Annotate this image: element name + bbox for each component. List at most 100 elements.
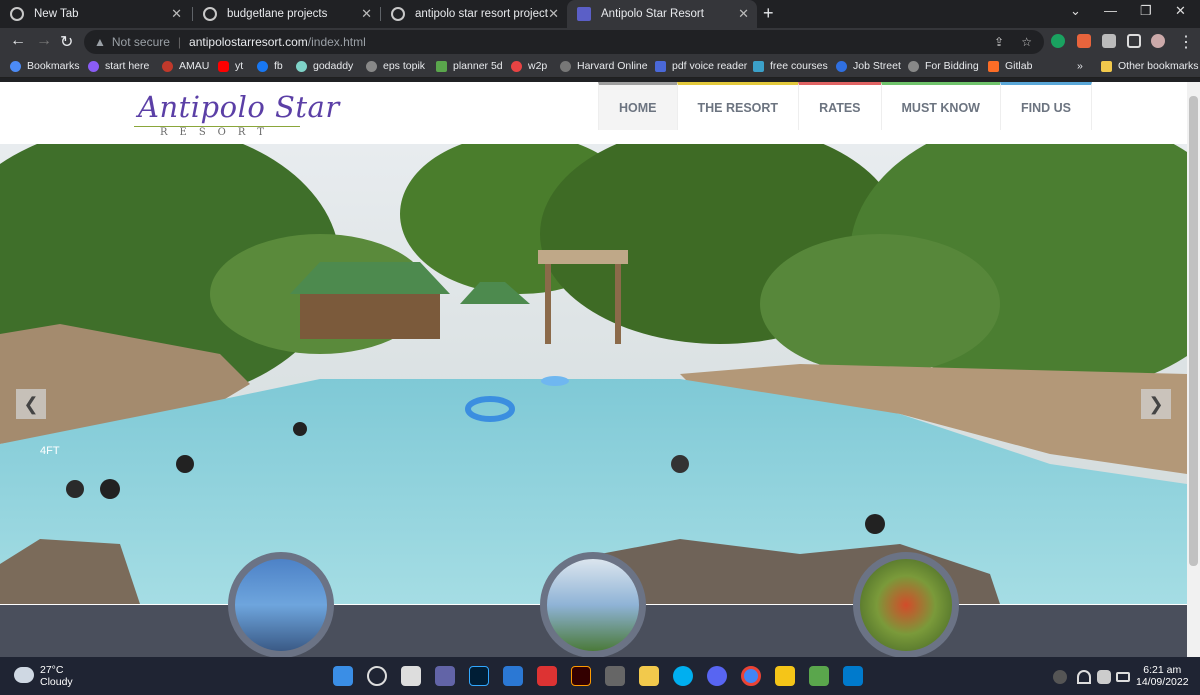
mail-icon[interactable] [503,666,523,686]
bookmark-yt[interactable]: yt [218,60,243,72]
thumb-plants[interactable] [853,552,959,657]
skype-icon[interactable] [673,666,693,686]
photoshop-icon[interactable] [469,666,489,686]
bookmark-other[interactable]: Other bookmarks [1101,60,1199,72]
git-icon[interactable] [809,666,829,686]
weather-widget[interactable]: 27°C Cloudy [40,664,73,688]
slider-next-button[interactable]: ❯ [1141,389,1171,419]
tab-new-tab[interactable]: New Tab ✕ [0,0,190,28]
hero-slideshow: 4FT ❮ ❯ [0,144,1187,604]
file-explorer-icon[interactable] [639,666,659,686]
address-bar[interactable]: ▲ Not secure | antipolostarresort.com /i… [84,30,1044,54]
nav-find-us[interactable]: FIND US [999,82,1092,130]
close-window-icon[interactable]: ✕ [1175,3,1186,19]
extension-icon[interactable] [1077,34,1091,48]
url-host: antipolostarresort.com [189,35,308,49]
nav-the-resort[interactable]: THE RESORT [676,82,799,130]
site-favicon-icon [577,7,591,21]
new-tab-button[interactable]: + [763,3,774,24]
close-icon[interactable]: ✕ [548,6,559,22]
bookmark-free-courses[interactable]: free courses [753,60,828,72]
pool-depth-marker: 4FT [40,445,60,457]
chevron-up-icon[interactable] [1025,670,1039,684]
illustrator-icon[interactable] [571,666,591,686]
back-icon[interactable]: ← [10,32,26,50]
system-clock[interactable]: 6:21 am 14/09/2022 [1136,664,1189,688]
bookmark-w2p[interactable]: w2p [511,60,547,72]
share-icon[interactable]: ⇪ [994,35,1004,49]
windows-taskbar [0,657,1200,695]
weather-temp: 27°C [40,664,64,676]
nav-must-know[interactable]: MUST KNOW [880,82,1000,130]
bookmark-for-bidding[interactable]: For Bidding [908,60,979,72]
url-path: /index.html [307,35,366,49]
search-icon[interactable] [367,666,387,686]
bookmark-godaddy[interactable]: godaddy [296,60,353,72]
browser-toolbar: ← → ↻ ▲ Not secure | antipolostarresort.… [0,28,1200,56]
pool-photo: 4FT [0,144,1187,604]
bookmark-pdf-voice-reader[interactable]: pdf voice reader [655,60,747,72]
weather-condition: Cloudy [40,676,73,688]
avatar[interactable] [1151,34,1165,48]
slider-prev-button[interactable]: ❮ [16,389,46,419]
chrome-icon [10,7,24,21]
thumb-cliff-jump[interactable] [228,552,334,657]
close-icon[interactable]: ✕ [171,6,182,22]
security-label: Not secure [111,35,170,49]
menu-icon[interactable]: ⋮ [1178,32,1194,52]
teams-icon[interactable] [435,666,455,686]
page-scrollbar-thumb[interactable] [1189,96,1198,566]
main-nav: HOME THE RESORT RATES MUST KNOW FIND US [598,82,1092,130]
bookmark-bookmarks[interactable]: Bookmarks [10,60,80,72]
grammarly-icon[interactable] [1051,34,1065,48]
antivirus-icon[interactable] [1053,670,1067,684]
tab-antipolo-resort[interactable]: Antipolo Star Resort ✕ [567,0,757,28]
tab-title: Antipolo Star Resort [601,8,704,20]
more-bookmarks-icon[interactable]: » [1077,60,1083,72]
tab-search-icon[interactable]: ⌄ [1070,3,1081,19]
minimize-icon[interactable]: — [1104,3,1117,18]
bookmark-start-here[interactable]: start here [88,60,149,72]
tab-title: antipolo star resort project [415,8,548,20]
bookmark-harvard-online[interactable]: Harvard Online [560,60,648,72]
battery-icon[interactable] [1116,672,1130,682]
forward-icon[interactable]: → [36,32,52,50]
tab-strip: New Tab ✕ budgetlane projects ✕ antipolo… [0,0,1200,28]
restore-icon[interactable]: ❐ [1140,3,1152,19]
bookmark-gitlab[interactable]: Gitlab [988,60,1032,72]
pen-icon[interactable] [605,666,625,686]
thumb-view-deck[interactable] [540,552,646,657]
site-logo[interactable]: Antipolo Star [138,90,340,124]
reload-icon[interactable]: ↻ [60,32,73,52]
close-icon[interactable]: ✕ [361,6,372,22]
notes-icon[interactable] [775,666,795,686]
bookmark-fb[interactable]: fb [257,60,283,72]
bookmark-eps-topik[interactable]: eps topik [366,60,425,72]
globe-icon [391,7,405,21]
tab-budgetlane[interactable]: budgetlane projects ✕ [193,0,380,28]
web-page: Antipolo Star RESORT HOME THE RESORT RAT… [0,82,1187,657]
puzzle-icon[interactable] [1102,34,1116,48]
cloud-icon [14,667,34,683]
discord-icon[interactable] [707,666,727,686]
wifi-icon[interactable] [1077,670,1091,684]
bookmark-planner-5d[interactable]: planner 5d [436,60,503,72]
filezilla-icon[interactable] [537,666,557,686]
bookmark-job-street[interactable]: Job Street [836,60,901,72]
close-icon[interactable]: ✕ [738,6,749,22]
nav-home[interactable]: HOME [598,82,677,130]
tab-title: New Tab [34,8,79,20]
tab-antipolo-project[interactable]: antipolo star resort project ✕ [381,0,567,28]
task-view-icon[interactable] [401,666,421,686]
sidepanel-icon[interactable] [1127,34,1141,48]
globe-icon [203,7,217,21]
warning-icon: ▲ [94,35,106,49]
vscode-icon[interactable] [843,666,863,686]
start-icon[interactable] [333,666,353,686]
nav-rates[interactable]: RATES [798,82,881,130]
volume-icon[interactable] [1097,670,1111,684]
chrome-taskbar-icon[interactable] [741,666,761,686]
clock-date: 14/09/2022 [1136,676,1189,688]
bookmark-amau[interactable]: AMAU [162,60,209,72]
star-icon[interactable]: ☆ [1021,35,1032,49]
